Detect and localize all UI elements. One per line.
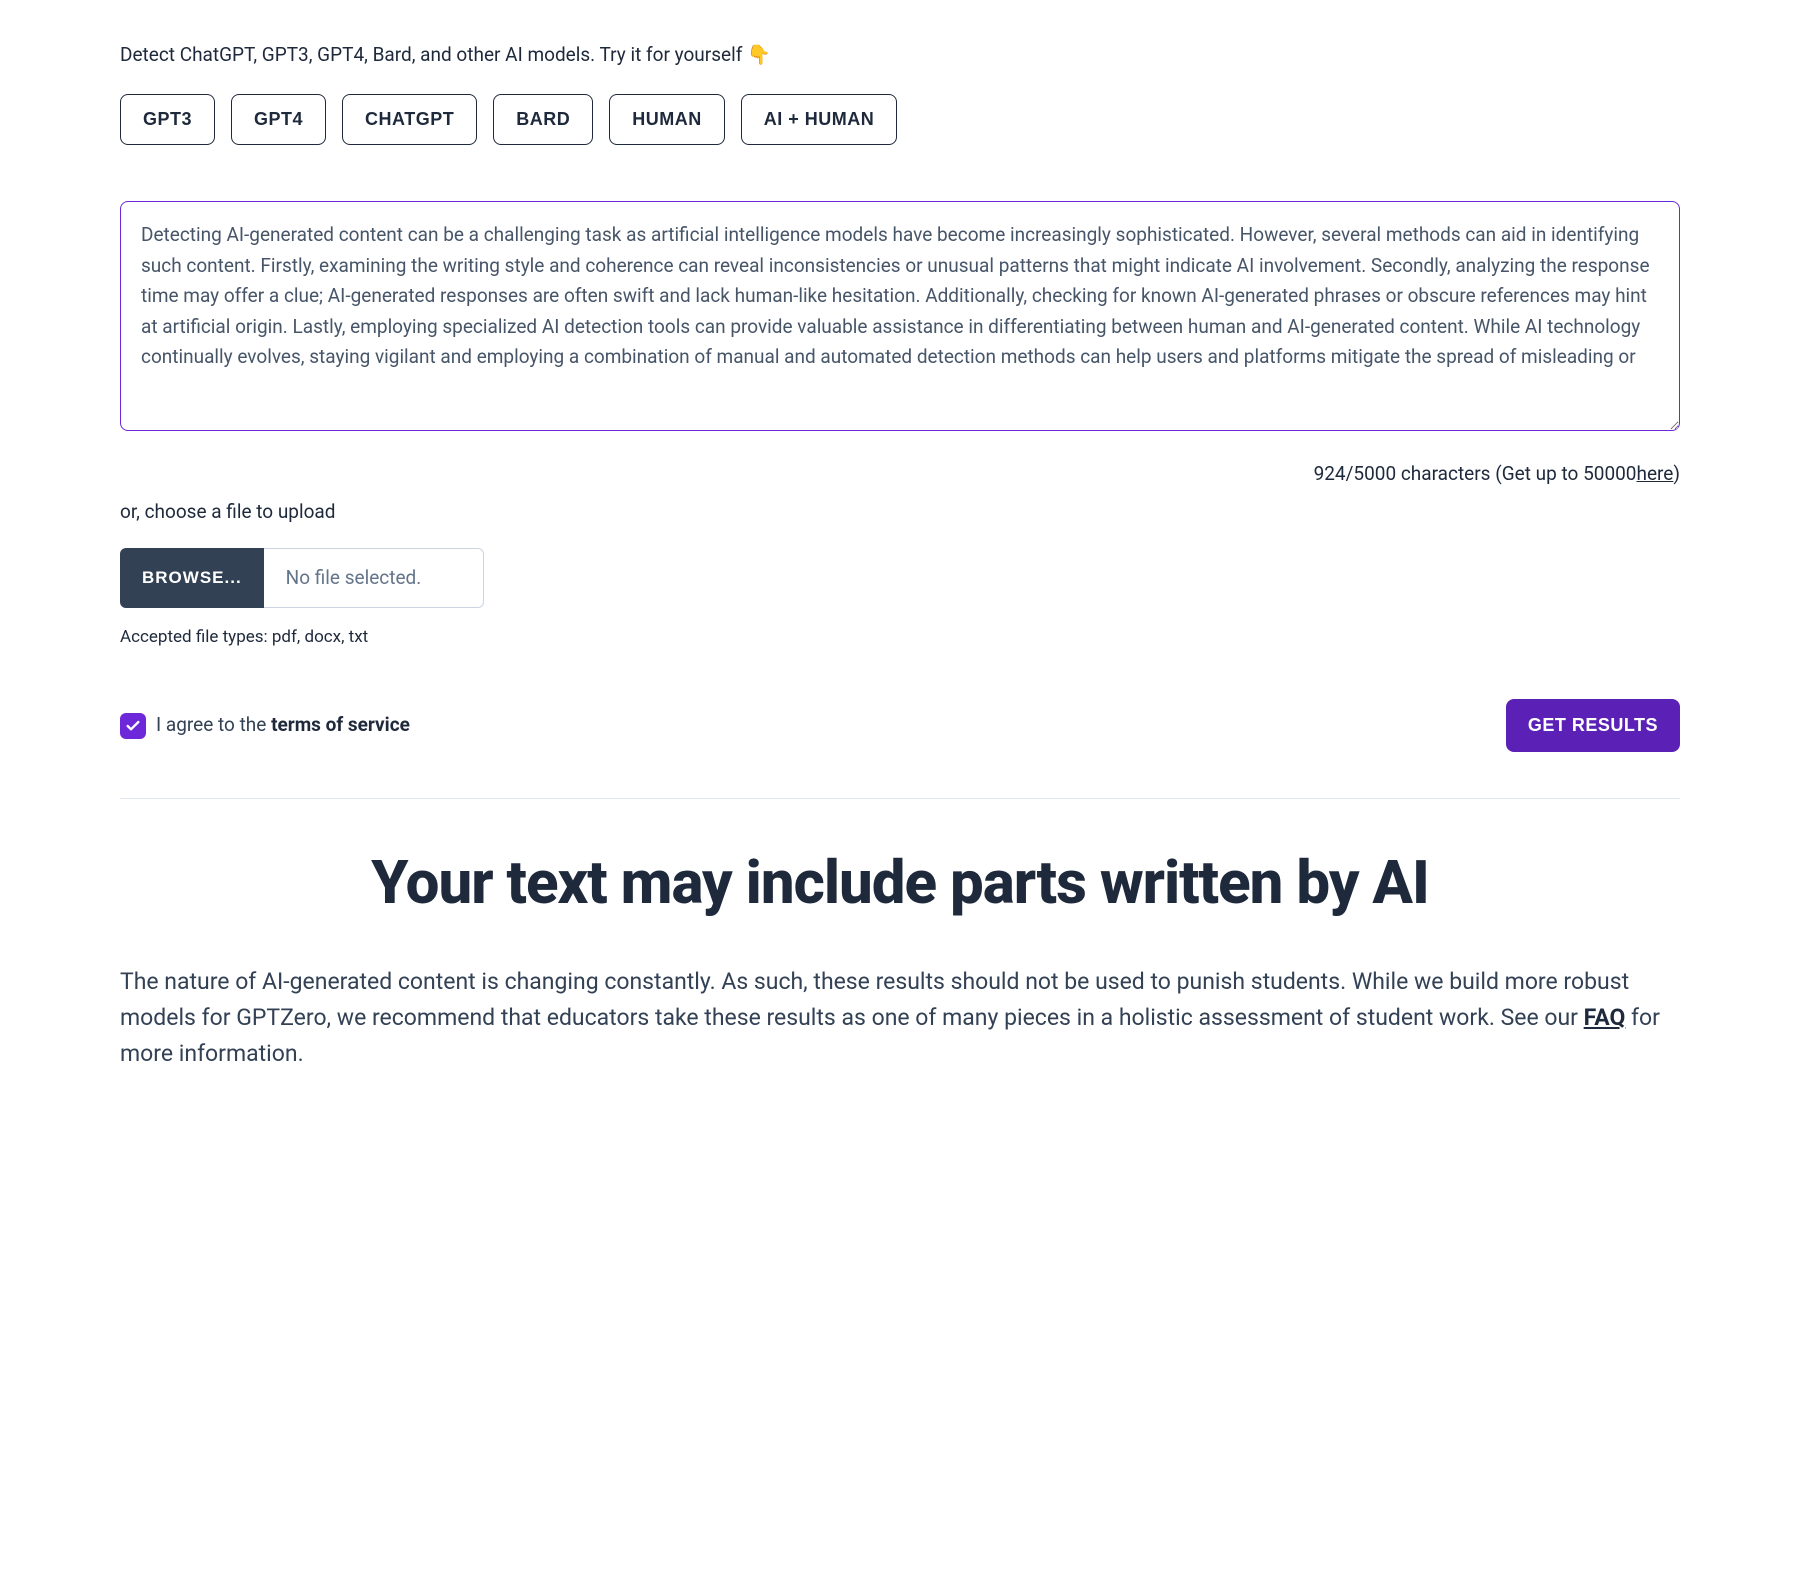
chip-chatgpt[interactable]: CHATGPT (342, 94, 477, 145)
example-chips-row: GPT3 GPT4 CHATGPT BARD HUMAN AI + HUMAN (120, 94, 1680, 145)
tos-checkbox[interactable] (120, 713, 146, 739)
upgrade-link[interactable]: here (1636, 459, 1673, 489)
check-icon (125, 718, 141, 734)
chip-gpt4[interactable]: GPT4 (231, 94, 326, 145)
tos-text: I agree to the terms of service (156, 710, 410, 740)
chip-bard[interactable]: BARD (493, 94, 593, 145)
text-input[interactable] (120, 201, 1680, 431)
char-counter-row: 924/5000 characters (Get up to 50000 her… (120, 459, 1680, 489)
result-body: The nature of AI-generated content is ch… (120, 964, 1680, 1071)
tos-prefix: I agree to the (156, 713, 271, 736)
divider (120, 798, 1680, 799)
accepted-file-types: Accepted file types: pdf, docx, txt (120, 624, 1680, 651)
result-body-pre: The nature of AI-generated content is ch… (120, 968, 1629, 1031)
file-status: No file selected. (264, 548, 484, 608)
file-upload-row: BROWSE... No file selected. (120, 548, 1680, 608)
tos-link[interactable]: terms of service (271, 713, 410, 736)
faq-link[interactable]: FAQ (1584, 1004, 1626, 1031)
char-counter-text: 924/5000 characters (Get up to 50000 (1314, 459, 1637, 489)
upload-label: or, choose a file to upload (120, 497, 1680, 527)
browse-button[interactable]: BROWSE... (120, 548, 264, 608)
result-heading: Your text may include parts written by A… (120, 849, 1680, 916)
chip-human[interactable]: HUMAN (609, 94, 725, 145)
page-subtitle: Detect ChatGPT, GPT3, GPT4, Bard, and ot… (120, 40, 1680, 70)
get-results-button[interactable]: GET RESULTS (1506, 699, 1680, 752)
chip-gpt3[interactable]: GPT3 (120, 94, 215, 145)
chip-ai-human[interactable]: AI + HUMAN (741, 94, 898, 145)
char-counter-suffix: ) (1673, 459, 1680, 489)
